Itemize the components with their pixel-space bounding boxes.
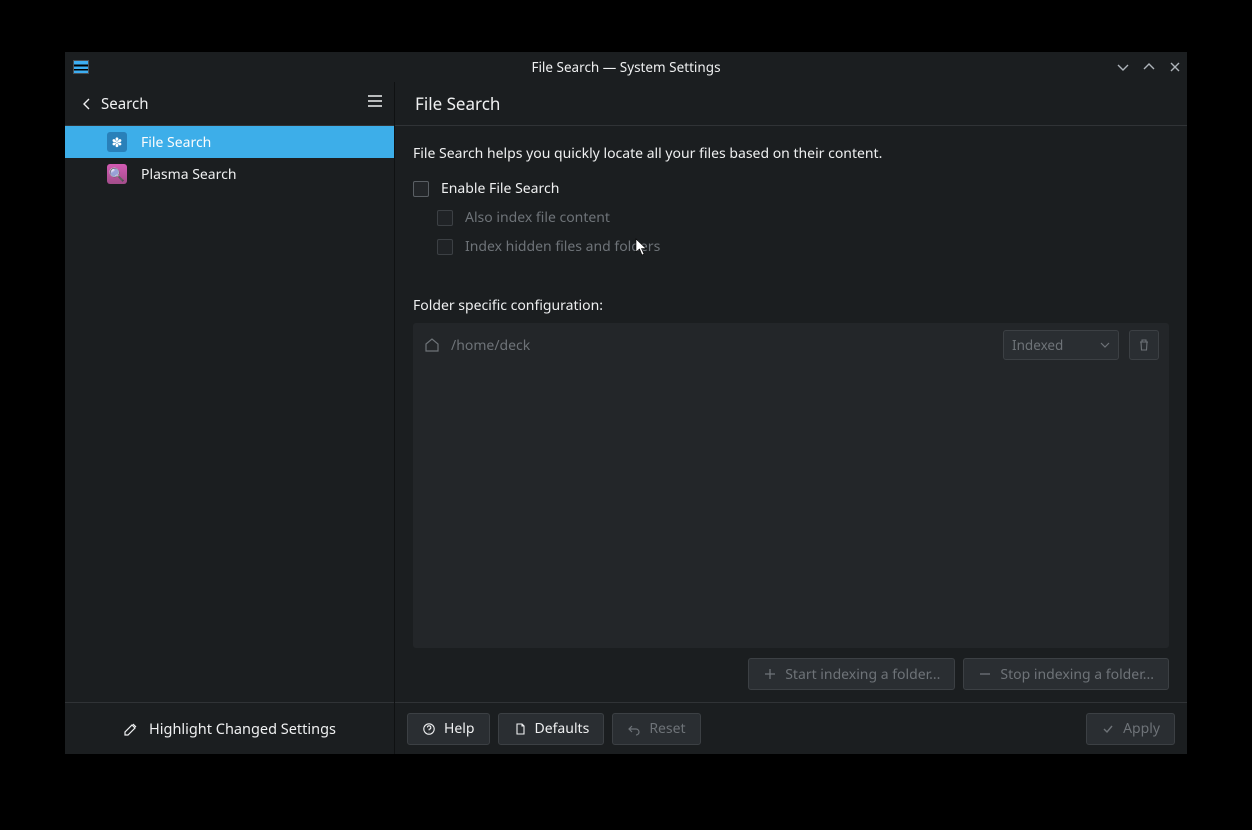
chevron-down-icon <box>1116 60 1130 74</box>
folder-list: /home/deck Indexed <box>413 323 1169 648</box>
menu-button[interactable] <box>366 92 384 115</box>
plus-icon <box>763 667 777 681</box>
index-hidden-row: Index hidden files and folders <box>413 237 1169 256</box>
reset-button[interactable]: Reset <box>612 713 700 745</box>
highlight-changed-button[interactable]: Highlight Changed Settings <box>65 702 394 754</box>
folder-mode-select[interactable]: Indexed <box>1003 330 1119 360</box>
page-title: File Search <box>395 82 1187 126</box>
trash-icon <box>1137 338 1151 352</box>
chevron-down-icon <box>1100 340 1110 350</box>
highlight-changed-label: Highlight Changed Settings <box>149 719 336 739</box>
check-icon <box>1101 722 1115 736</box>
sidebar-item-plasma-search[interactable]: 🔍 Plasma Search <box>65 158 394 190</box>
highlighter-icon <box>123 721 139 737</box>
description-text: File Search helps you quickly locate all… <box>413 144 1169 163</box>
undo-icon <box>627 722 641 736</box>
folder-actions: Start indexing a folder... Stop indexing… <box>413 648 1169 690</box>
index-hidden-checkbox <box>437 239 453 255</box>
main-panel: File Search File Search helps you quickl… <box>395 82 1187 754</box>
sidebar: Search ✽ File Search 🔍 Plasma Search Hig <box>65 82 395 754</box>
help-button[interactable]: Help <box>407 713 490 745</box>
chevron-left-icon <box>81 98 93 110</box>
folder-mode-value: Indexed <box>1012 336 1063 354</box>
folder-section-label: Folder specific configuration: <box>413 296 1169 315</box>
window-title: File Search — System Settings <box>65 58 1187 76</box>
content-area: File Search helps you quickly locate all… <box>395 126 1187 702</box>
sidebar-nav: ✽ File Search 🔍 Plasma Search <box>65 126 394 702</box>
index-content-checkbox <box>437 210 453 226</box>
folder-row: /home/deck Indexed <box>413 323 1169 367</box>
sidebar-header: Search <box>65 82 394 126</box>
back-button[interactable]: Search <box>81 94 148 114</box>
apply-button[interactable]: Apply <box>1086 713 1175 745</box>
hamburger-icon <box>366 92 384 110</box>
start-indexing-button[interactable]: Start indexing a folder... <box>748 658 955 690</box>
index-content-row: Also index file content <box>413 208 1169 227</box>
help-label: Help <box>444 719 475 738</box>
defaults-label: Defaults <box>535 719 590 738</box>
titlebar: File Search — System Settings <box>65 52 1187 82</box>
stop-indexing-label: Stop indexing a folder... <box>1000 665 1154 684</box>
minimize-button[interactable] <box>1115 59 1131 75</box>
start-indexing-label: Start indexing a folder... <box>785 665 940 684</box>
window-controls <box>1115 52 1183 82</box>
magnifier-icon: 🔍 <box>107 164 127 184</box>
sidebar-item-label: File Search <box>141 133 211 152</box>
home-icon <box>423 336 441 354</box>
close-icon <box>1168 60 1182 74</box>
maximize-button[interactable] <box>1141 59 1157 75</box>
help-icon <box>422 722 436 736</box>
chevron-up-icon <box>1142 60 1156 74</box>
document-icon <box>513 722 527 736</box>
folder-delete-button[interactable] <box>1129 330 1159 360</box>
minus-icon <box>978 667 992 681</box>
folder-path: /home/deck <box>451 336 993 355</box>
close-button[interactable] <box>1167 59 1183 75</box>
index-hidden-label: Index hidden files and folders <box>465 237 660 256</box>
index-content-label: Also index file content <box>465 208 610 227</box>
enable-file-search-checkbox[interactable] <box>413 181 429 197</box>
defaults-button[interactable]: Defaults <box>498 713 605 745</box>
footer: Help Defaults Reset Apply <box>395 702 1187 754</box>
paw-icon: ✽ <box>107 132 127 152</box>
enable-file-search-row: Enable File Search <box>413 179 1169 198</box>
stop-indexing-button[interactable]: Stop indexing a folder... <box>963 658 1169 690</box>
sidebar-item-label: Plasma Search <box>141 165 237 184</box>
apply-label: Apply <box>1123 719 1160 738</box>
system-settings-window: File Search — System Settings Search <box>65 52 1187 754</box>
app-icon <box>73 60 89 74</box>
reset-label: Reset <box>649 719 685 738</box>
sidebar-item-file-search[interactable]: ✽ File Search <box>65 126 394 158</box>
back-label: Search <box>101 94 148 114</box>
enable-file-search-label: Enable File Search <box>441 179 559 198</box>
